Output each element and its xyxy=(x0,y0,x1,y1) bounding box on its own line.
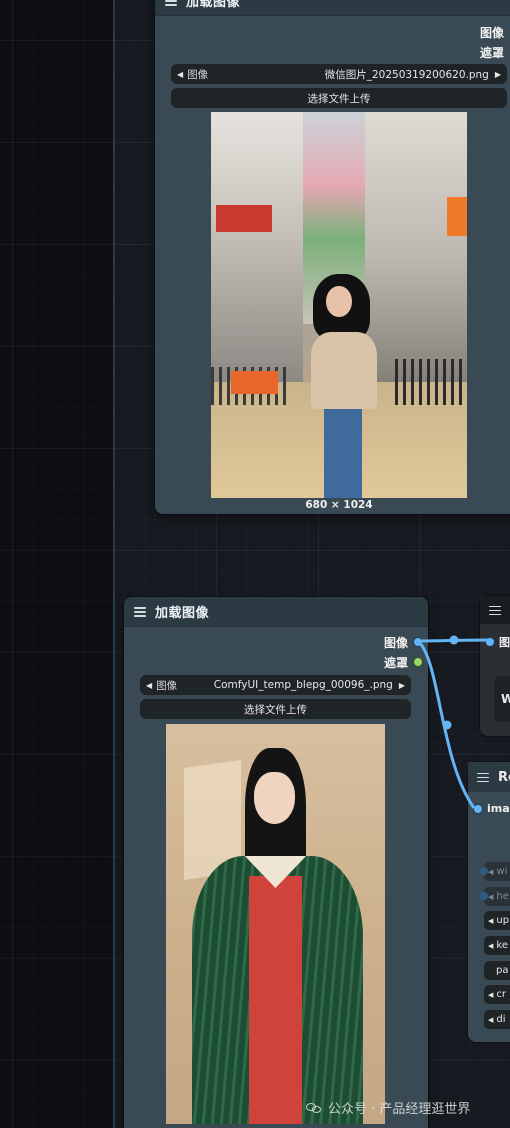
output-label: 遮罩 xyxy=(383,655,408,670)
left-arrow-icon[interactable]: ◀ xyxy=(146,681,152,690)
widget-divisible[interactable]: ◀ di xyxy=(484,1010,510,1029)
partial-node-right-bottom[interactable]: Re imag ◀ wi ◀ he ◀ up ◀ ke pa ◀ cr ◀ di xyxy=(468,762,510,1042)
node-header[interactable]: 加载图像 xyxy=(124,597,428,627)
image-preview xyxy=(166,724,385,1124)
upload-file-button[interactable]: 选择文件上传 xyxy=(140,699,411,719)
load-image-node-top[interactable]: 加载图像 图像 遮罩 ◀ 图像 微信图片_20250319200620.png … xyxy=(155,0,510,514)
right-arrow-icon[interactable]: ▶ xyxy=(495,70,501,79)
watermark-text: 公众号 · 产品经理逛世界 xyxy=(328,1102,471,1117)
image-select-combo[interactable]: ◀ 图像 微信图片_20250319200620.png ▶ xyxy=(171,64,507,84)
combo-label: 图像 xyxy=(187,68,209,81)
input-image[interactable]: 图 xyxy=(486,634,510,650)
output-label: 图像 xyxy=(383,635,408,650)
widget-crop[interactable]: ◀ cr xyxy=(484,985,510,1004)
widget-height[interactable]: ◀ he xyxy=(480,887,510,906)
output-mask[interactable]: 遮罩 xyxy=(384,652,422,672)
output-mask[interactable]: 遮罩 xyxy=(480,42,504,62)
widget-label: cr xyxy=(496,989,506,1000)
widget-label: ke xyxy=(496,940,508,951)
group-border xyxy=(113,0,115,1128)
widget-width[interactable]: ◀ wi xyxy=(480,862,510,881)
combo-label: 图像 xyxy=(156,679,178,692)
node-title: Re xyxy=(498,769,510,785)
node-title: 加载图像 xyxy=(186,0,241,10)
watermark: 公众号 · 产品经理逛世界 xyxy=(306,1098,470,1117)
menu-icon[interactable] xyxy=(477,772,489,783)
output-image[interactable]: 图像 xyxy=(480,22,504,42)
output-slot-dot[interactable] xyxy=(414,658,422,666)
left-arrow-icon[interactable]: ◀ xyxy=(488,991,493,999)
output-label: 图像 xyxy=(479,25,504,40)
image-select-combo[interactable]: ◀ 图像 ComfyUI_temp_blepg_00096_.png ▶ xyxy=(140,675,411,695)
widget-label: up xyxy=(496,915,510,926)
left-arrow-icon[interactable]: ◀ xyxy=(488,1016,493,1024)
left-arrow-icon[interactable]: ◀ xyxy=(488,868,493,876)
input-slot-dot[interactable] xyxy=(474,804,482,813)
load-image-node-bottom[interactable]: 加载图像 图像 遮罩 ◀ 图像 ComfyUI_temp_blepg_00096… xyxy=(124,597,428,1128)
menu-icon[interactable] xyxy=(489,605,501,616)
widget-input-dot[interactable] xyxy=(480,892,488,900)
left-arrow-icon[interactable]: ◀ xyxy=(488,893,493,901)
output-slot-dot[interactable] xyxy=(414,638,422,646)
street-photo xyxy=(211,112,467,498)
node-header[interactable]: 加载图像 xyxy=(155,0,510,16)
wechat-icon xyxy=(306,1102,322,1114)
hanfu-photo xyxy=(166,724,385,1124)
widget-upscale[interactable]: ◀ up xyxy=(484,911,510,930)
input-image[interactable]: imag xyxy=(474,802,510,815)
widget-input-dot[interactable] xyxy=(480,867,488,875)
node-header[interactable] xyxy=(480,596,510,624)
output-label: 遮罩 xyxy=(479,45,504,60)
canvas-dark-region[interactable] xyxy=(0,0,114,1128)
right-arrow-icon[interactable]: ▶ xyxy=(399,681,405,690)
menu-icon[interactable] xyxy=(165,0,177,6)
combo-value: ComfyUI_temp_blepg_00096_.png xyxy=(213,679,393,691)
widget-box[interactable]: W xyxy=(494,676,510,722)
left-arrow-icon[interactable]: ◀ xyxy=(177,70,183,79)
widget-keep[interactable]: ◀ ke xyxy=(484,936,510,955)
left-arrow-icon[interactable]: ◀ xyxy=(488,917,493,925)
node-title: 加载图像 xyxy=(155,606,210,621)
widget-label: wi xyxy=(496,866,508,877)
input-label: 图 xyxy=(499,636,510,649)
widget-pad[interactable]: pa xyxy=(484,961,510,980)
input-label: imag xyxy=(487,802,510,815)
image-preview xyxy=(211,112,467,498)
input-slot-dot[interactable] xyxy=(486,638,494,646)
combo-value: 微信图片_20250319200620.png xyxy=(324,68,489,81)
widget-label: pa xyxy=(496,965,509,976)
widget-label: he xyxy=(496,891,509,902)
upload-file-button[interactable]: 选择文件上传 xyxy=(171,88,507,108)
menu-icon[interactable] xyxy=(134,606,146,617)
image-dimensions: 680 × 1024 xyxy=(305,499,373,511)
partial-node-right-top[interactable]: 图 W xyxy=(480,596,510,736)
node-header[interactable]: Re xyxy=(468,762,510,792)
widget-label: di xyxy=(496,1014,506,1025)
left-arrow-icon[interactable]: ◀ xyxy=(488,942,493,950)
output-image[interactable]: 图像 xyxy=(384,632,422,652)
